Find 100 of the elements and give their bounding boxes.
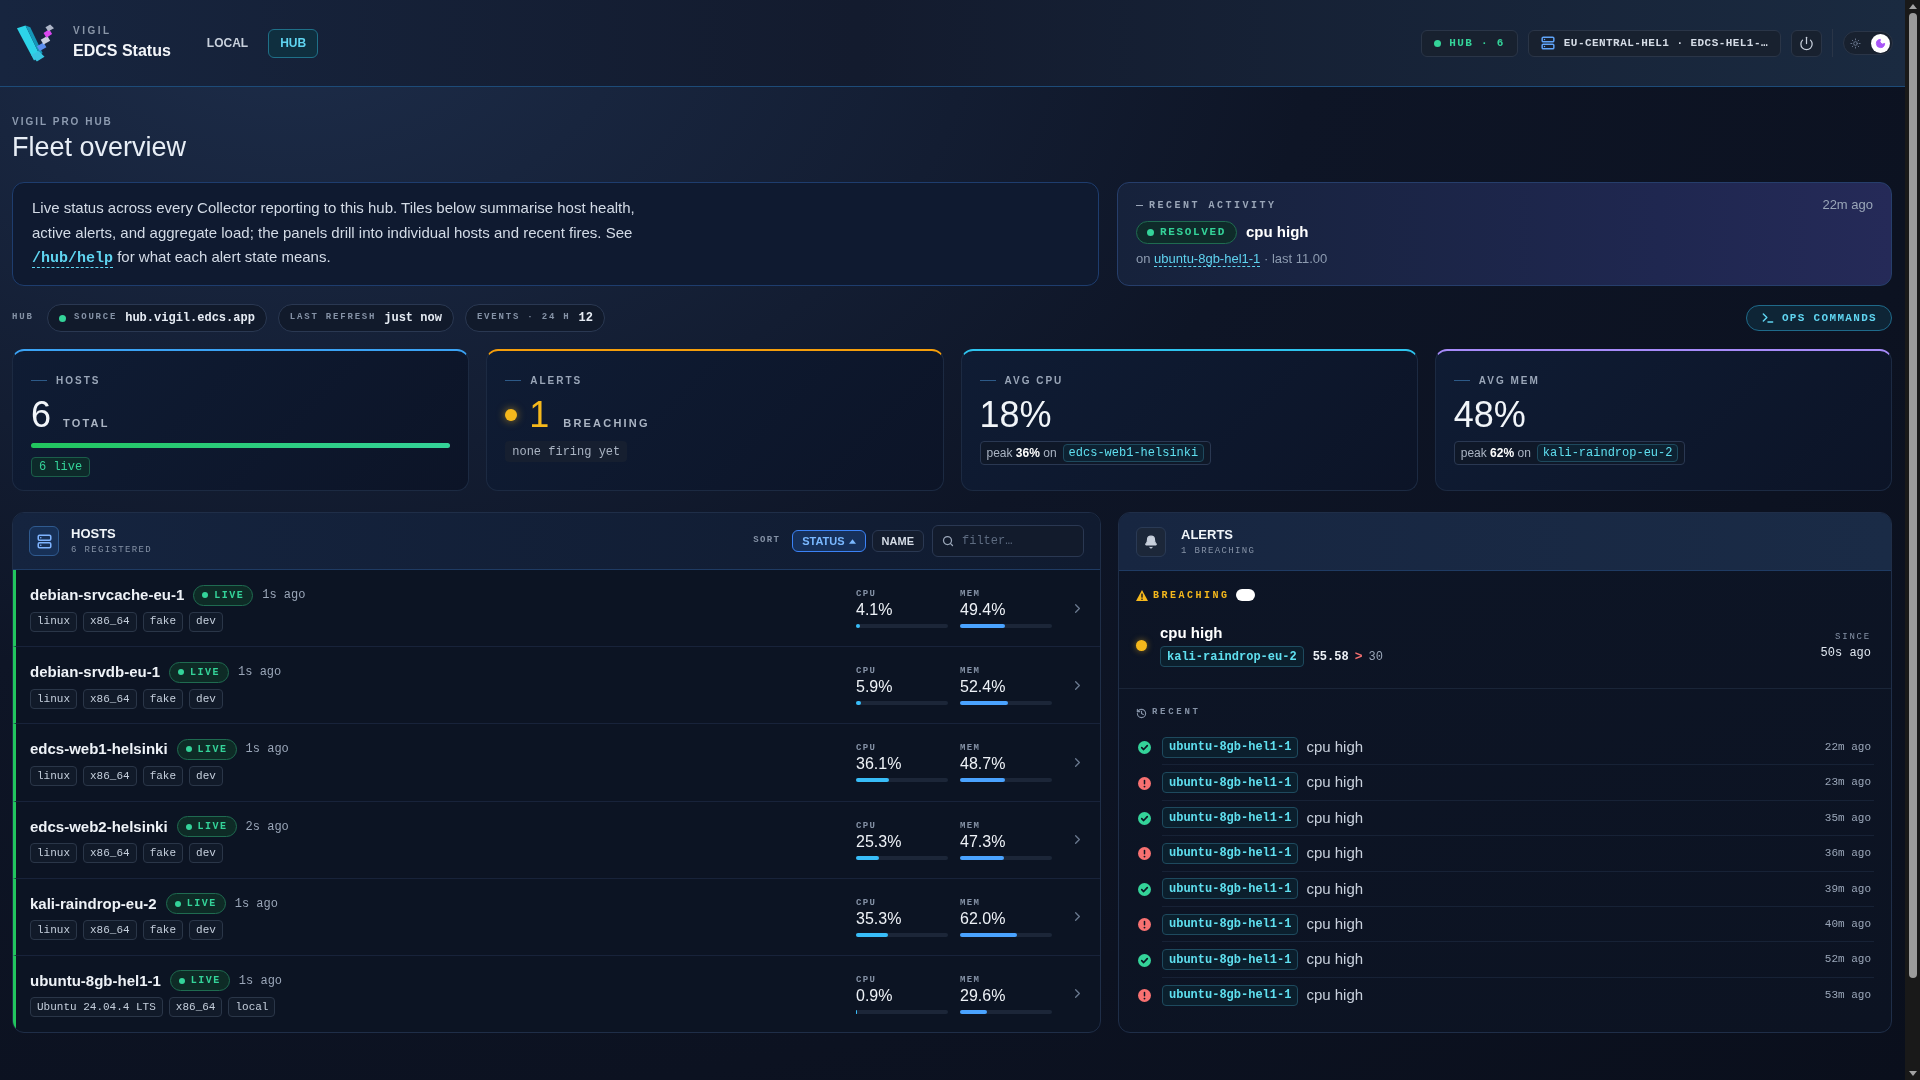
last-seen-text: 1s ago: [245, 741, 289, 759]
host-label-tag: fake: [142, 765, 184, 786]
host-tag[interactable]: ubuntu-8gb-hel1-1: [1162, 878, 1299, 900]
page-title: Fleet overview: [12, 131, 188, 164]
last-seen-text: 1s ago: [262, 587, 306, 605]
host-tag[interactable]: edcs-web1-helsinki: [1062, 444, 1205, 462]
alert-name: cpu high: [1306, 913, 1364, 934]
sun-icon: [1850, 37, 1861, 49]
activity-time: 22m ago: [1822, 196, 1873, 215]
host-tag[interactable]: ubuntu-8gb-hel1-1: [1162, 842, 1299, 864]
host-tag[interactable]: ubuntu-8gb-hel1-1: [1162, 736, 1299, 758]
chip-label: LAST REFRESH: [289, 311, 377, 325]
sort-button[interactable]: NAME: [871, 530, 924, 552]
host-tag[interactable]: ubuntu-8gb-hel1-1: [1162, 772, 1299, 794]
node-selector-button[interactable]: EU-CENTRAL-HEL1 · EDCS-HEL1-…: [1527, 29, 1781, 57]
status-label: RESOLVED: [1160, 225, 1226, 241]
alert-name: cpu high: [1306, 949, 1364, 970]
host-label-tag: dev: [189, 765, 223, 786]
host-name: ubuntu-8gb-hel1-1: [30, 970, 161, 991]
last-seen-text: 1s ago: [238, 972, 283, 990]
ops-commands-button[interactable]: OPS COMMANDS: [1745, 305, 1892, 331]
host-label-tag: x86_64: [83, 688, 137, 709]
metric-label: MEM: [960, 896, 982, 909]
section-label: RECENT ACTIVITY: [1149, 198, 1277, 213]
help-link[interactable]: /hub/help: [32, 250, 113, 268]
host-row[interactable]: edcs-web2-helsinki LIVE 2s ago linux x86_64 fake dev CPU 25.3% MEM 47.3%: [13, 801, 1100, 879]
host-tag[interactable]: kali-raindrop-eu-2: [1536, 444, 1679, 462]
host-label-tag: x86_64: [83, 765, 137, 786]
nav-tab[interactable]: HUB: [268, 28, 319, 58]
host-link[interactable]: ubuntu-8gb-hel1-1: [1154, 251, 1261, 267]
alert-circle-icon: [1138, 988, 1151, 1002]
metric-value: 52.4%: [960, 677, 1007, 698]
host-label-tag: linux: [30, 920, 77, 941]
activity-detail: on ubuntu-8gb-hel1-1 · last 11.00: [1136, 250, 1329, 267]
check-circle-icon: [1138, 953, 1151, 967]
since-label: SINCE: [1835, 630, 1871, 643]
stat-value: 18%: [979, 397, 1052, 433]
host-name: edcs-web1-helsinki: [30, 739, 168, 760]
host-tag[interactable]: ubuntu-8gb-hel1-1: [1162, 807, 1299, 829]
alert-title: cpu high: [1246, 222, 1309, 243]
metric-label: CPU: [856, 742, 878, 755]
alert-circle-icon: [1138, 847, 1151, 861]
server-icon: [29, 526, 59, 556]
scrollbar[interactable]: [1905, 0, 1920, 1080]
host-label-tag: fake: [142, 688, 184, 709]
nav-tab[interactable]: LOCAL: [194, 28, 261, 58]
page-kicker: VIGIL PRO HUB: [12, 115, 114, 129]
host-tag[interactable]: ubuntu-8gb-hel1-1: [1162, 913, 1299, 935]
metric-label: CPU: [856, 819, 878, 832]
metric-value: 0.9%: [856, 985, 894, 1006]
brand-kicker: VIGIL: [73, 25, 113, 37]
status-label: LIVE: [197, 820, 228, 835]
hub-status-button[interactable]: HUB · 6: [1421, 29, 1518, 57]
pill-icon: [1235, 589, 1255, 601]
host-tag[interactable]: ubuntu-8gb-hel1-1: [1162, 949, 1299, 971]
alert-value: 55.58: [1312, 648, 1349, 666]
peak-text: peak 62% on: [1460, 445, 1531, 462]
alert-circle-icon: [1138, 918, 1151, 932]
peak-text: peak 36% on: [986, 445, 1057, 462]
power-button[interactable]: [1791, 29, 1822, 57]
metric-value: 35.3%: [856, 908, 903, 929]
theme-toggle[interactable]: [1843, 31, 1893, 55]
host-row[interactable]: edcs-web1-helsinki LIVE 1s ago linux x86_64 fake dev CPU 36.1% MEM 48.7%: [13, 724, 1100, 802]
strip-label: HUB: [12, 311, 35, 325]
host-row[interactable]: debian-srvcache-eu-1 LIVE 1s ago linux x86_64 fake dev CPU 4.1% MEM 49.4%: [13, 570, 1100, 648]
section-label: RECENT: [1152, 706, 1201, 720]
host-tag[interactable]: ubuntu-8gb-hel1-1: [1162, 984, 1299, 1006]
search-icon: [942, 535, 954, 547]
host-row[interactable]: kali-raindrop-eu-2 LIVE 1s ago linux x86_64 fake dev CPU 35.3% MEM 62.0%: [13, 878, 1100, 956]
host-label-tag: dev: [189, 920, 223, 941]
host-label-tag: dev: [189, 688, 223, 709]
host-row[interactable]: ubuntu-8gb-hel1-1 LIVE 1s ago Ubuntu 24.04.4 LTS x86_64 local CPU 0.9% MEM 29.6%: [13, 955, 1100, 1032]
terminal-icon: [1760, 311, 1775, 325]
bell-icon: [1136, 526, 1166, 557]
panel-subtitle: 1 BREACHING: [1181, 545, 1256, 557]
alert-name: cpu high: [1306, 772, 1364, 793]
host-label-tag: linux: [30, 765, 77, 786]
check-circle-icon: [1138, 811, 1151, 825]
metric-value: 48.7%: [960, 754, 1007, 775]
metric-value: 5.9%: [856, 677, 894, 698]
chip-value: hub.vigil.edcs.app: [125, 310, 255, 327]
alert-time: 22m ago: [1824, 739, 1871, 755]
metric-label: MEM: [960, 665, 982, 678]
sort-button[interactable]: STATUS: [792, 530, 866, 552]
alert-time: 53m ago: [1824, 988, 1871, 1004]
warning-icon: [1136, 589, 1148, 601]
host-name: debian-srvdb-eu-1: [30, 662, 161, 683]
check-circle-icon: [1138, 882, 1151, 896]
status-label: LIVE: [186, 897, 217, 912]
alert-name: cpu high: [1306, 736, 1364, 757]
metric-label: MEM: [960, 819, 982, 832]
host-label-tag: x86_64: [168, 997, 223, 1018]
status-label: LIVE: [190, 974, 221, 989]
chip-value: 12: [578, 310, 593, 327]
host-row[interactable]: debian-srvdb-eu-1 LIVE 1s ago linux x86_64 fake dev CPU 5.9% MEM 52.4%: [13, 647, 1100, 725]
check-circle-icon: [1138, 741, 1151, 755]
filter-field[interactable]: filter…: [932, 525, 1084, 557]
panel-title: ALERTS: [1181, 526, 1234, 543]
host-tag[interactable]: kali-raindrop-eu-2: [1160, 646, 1304, 667]
host-label-tag: Ubuntu 24.04.4 LTS: [30, 997, 163, 1018]
